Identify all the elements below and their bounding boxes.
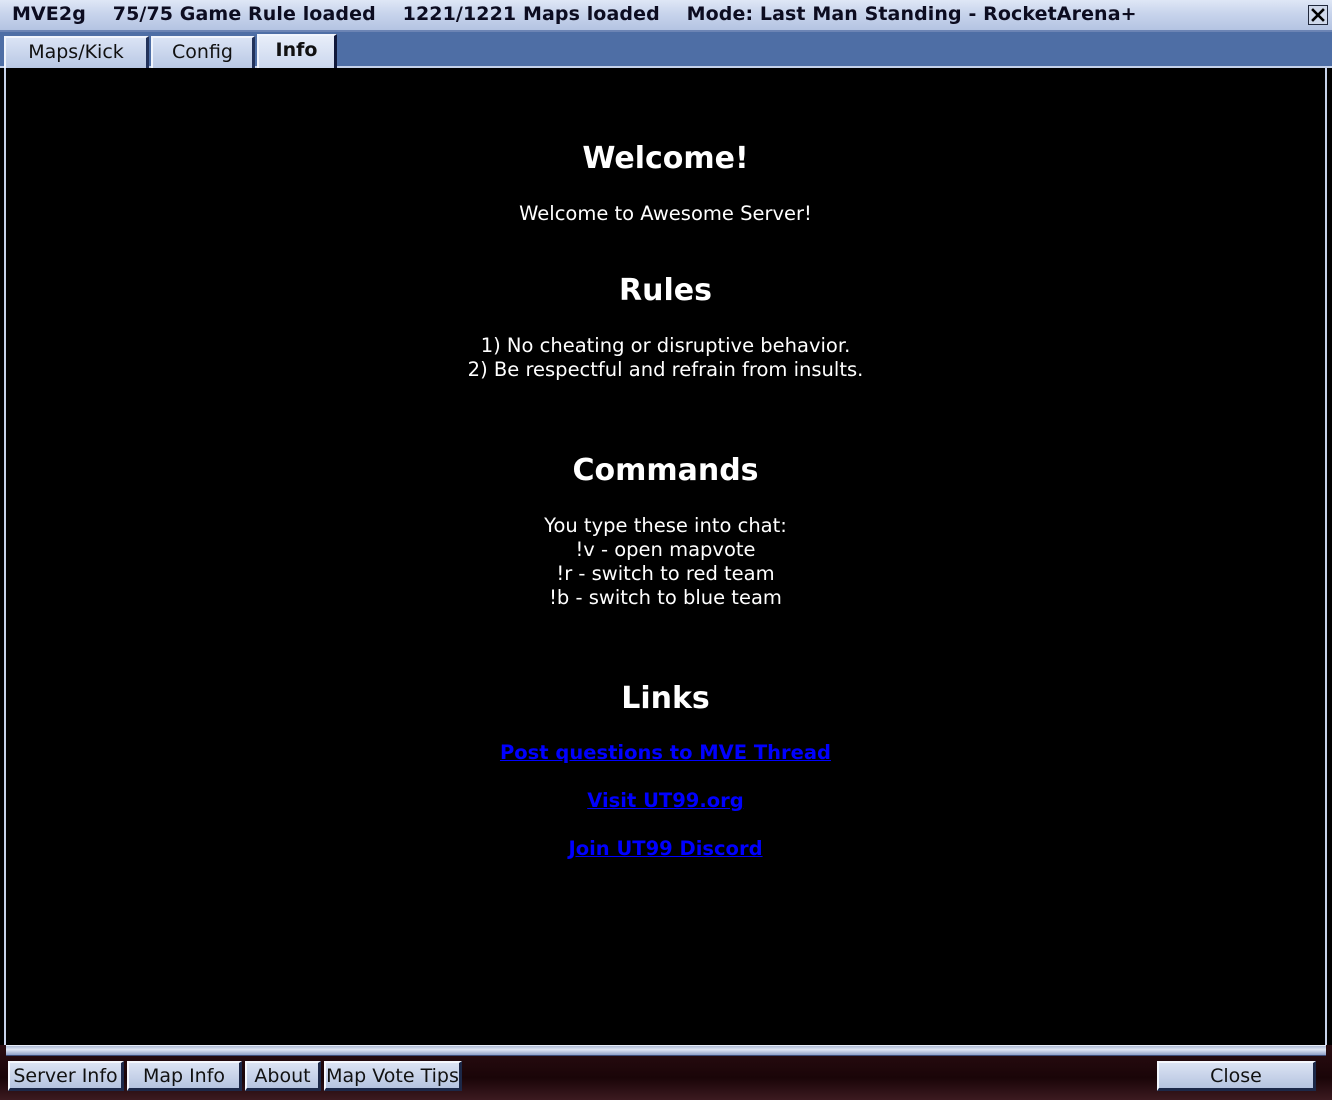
- server-info-button[interactable]: Server Info: [8, 1061, 124, 1091]
- close-button[interactable]: Close: [1157, 1061, 1316, 1091]
- window-title: MVE2g 75/75 Game Rule loaded 1221/1221 M…: [12, 3, 1137, 25]
- link-row: Join UT99 Discord: [6, 837, 1325, 860]
- bottom-bar: Server Info Map Info About Map Vote Tips…: [0, 1045, 1332, 1100]
- command-item: !r - switch to red team: [556, 562, 775, 585]
- rule-item: 2) Be respectful and refrain from insult…: [467, 358, 864, 381]
- map-info-button[interactable]: Map Info: [127, 1061, 242, 1091]
- links-heading: Links: [621, 681, 710, 716]
- tab-info[interactable]: Info: [257, 34, 337, 68]
- commands-intro: You type these into chat:: [544, 514, 787, 537]
- link-row: Visit UT99.org: [6, 789, 1325, 812]
- link-row: Post questions to MVE Thread: [6, 741, 1325, 764]
- commands-heading: Commands: [572, 453, 759, 488]
- bottom-divider: [6, 1045, 1326, 1056]
- close-window-button[interactable]: [1308, 5, 1328, 25]
- welcome-heading: Welcome!: [582, 141, 749, 176]
- welcome-text: Welcome to Awesome Server!: [519, 202, 812, 225]
- info-panel: Welcome! Welcome to Awesome Server! Rule…: [4, 68, 1327, 1048]
- rule-item: 1) No cheating or disruptive behavior.: [480, 334, 851, 357]
- tab-config[interactable]: Config: [151, 36, 255, 68]
- tab-maps-kick[interactable]: Maps/Kick: [4, 36, 149, 68]
- link-ut99-discord[interactable]: Join UT99 Discord: [568, 837, 762, 860]
- close-icon: [1311, 8, 1325, 22]
- map-vote-tips-button[interactable]: Map Vote Tips: [324, 1061, 462, 1091]
- link-mve-thread[interactable]: Post questions to MVE Thread: [500, 741, 831, 764]
- title-bar: MVE2g 75/75 Game Rule loaded 1221/1221 M…: [0, 0, 1332, 32]
- rules-heading: Rules: [619, 273, 712, 308]
- command-item: !v - open mapvote: [575, 538, 756, 561]
- commands-list: You type these into chat: !v - open mapv…: [6, 514, 1325, 610]
- link-ut99-org[interactable]: Visit UT99.org: [587, 789, 744, 812]
- tab-strip: Maps/Kick Config Info: [0, 32, 1332, 68]
- rules-list: 1) No cheating or disruptive behavior. 2…: [6, 334, 1325, 382]
- command-item: !b - switch to blue team: [549, 586, 782, 609]
- about-button[interactable]: About: [245, 1061, 321, 1091]
